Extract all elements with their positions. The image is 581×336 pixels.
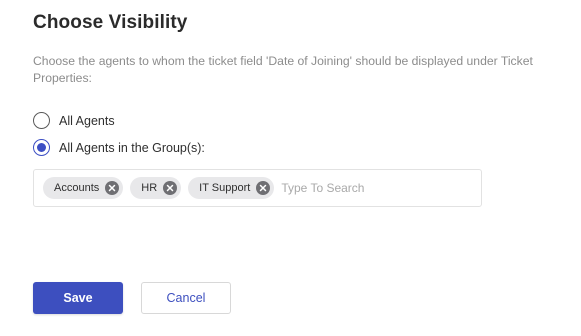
close-circle-icon[interactable] (163, 181, 178, 195)
group-chip-label: IT Support (199, 182, 251, 194)
radio-unchecked-icon[interactable] (33, 112, 50, 129)
group-search-input[interactable] (281, 181, 432, 195)
close-circle-icon[interactable] (256, 181, 271, 195)
group-chip-hr: HR (130, 177, 182, 199)
radio-checked-icon[interactable] (33, 139, 50, 156)
group-selector[interactable]: Accounts HR IT Support (33, 169, 482, 207)
dialog-title: Choose Visibility (33, 12, 188, 33)
cancel-button[interactable]: Cancel (141, 282, 231, 314)
radio-all-agents-in-groups-label: All Agents in the Group(s): (59, 140, 205, 155)
radio-all-agents[interactable]: All Agents (33, 112, 115, 129)
group-chip-label: HR (141, 182, 158, 194)
radio-all-agents-label: All Agents (59, 113, 115, 128)
save-button[interactable]: Save (33, 282, 123, 314)
radio-all-agents-in-groups[interactable]: All Agents in the Group(s): (33, 139, 205, 156)
choose-visibility-dialog: Choose Visibility Choose the agents to w… (0, 0, 581, 336)
close-circle-icon[interactable] (105, 181, 120, 195)
radio-dot (37, 143, 46, 152)
dialog-description: Choose the agents to whom the ticket fie… (33, 54, 533, 85)
group-chip-label: Accounts (54, 182, 100, 194)
group-chip-it-support: IT Support (188, 177, 275, 199)
group-chip-accounts: Accounts (43, 177, 124, 199)
